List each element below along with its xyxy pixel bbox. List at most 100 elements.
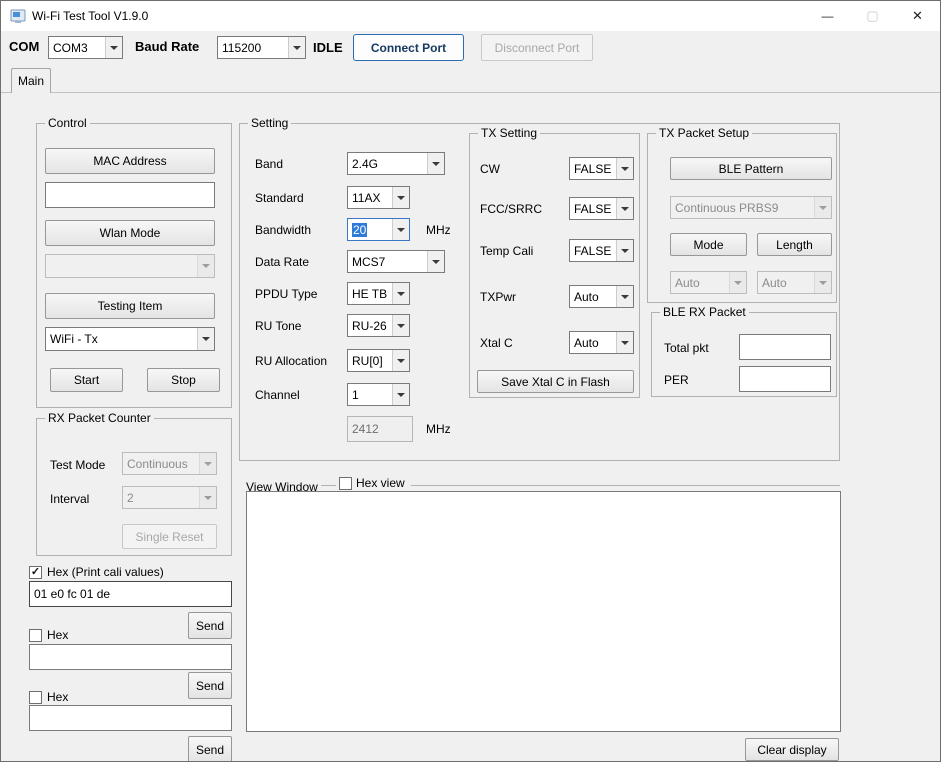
ru-tone-select[interactable]: RU-26 (347, 314, 410, 337)
ble-pattern-button[interactable]: BLE Pattern (670, 157, 832, 180)
frequency-unit: MHz (426, 422, 451, 436)
testing-item-button[interactable]: Testing Item (45, 293, 215, 319)
chevron-down-icon (814, 272, 831, 293)
cw-select[interactable]: FALSE (569, 157, 634, 180)
test-mode-label: Test Mode (50, 458, 105, 472)
ppdu-type-select[interactable]: HE TB (347, 282, 410, 305)
bandwidth-label: Bandwidth (255, 223, 311, 237)
chevron-down-icon[interactable] (197, 328, 214, 350)
data-rate-value: MCS7 (348, 251, 427, 272)
length-button[interactable]: Length (757, 233, 832, 256)
fcc-srrc-label: FCC/SRRC (480, 202, 542, 216)
chevron-down-icon[interactable] (616, 332, 633, 353)
tx-packet-setup-title: TX Packet Setup (656, 126, 752, 140)
chevron-down-icon[interactable] (392, 219, 409, 240)
start-button[interactable]: Start (50, 368, 123, 392)
send-field-1[interactable] (29, 581, 232, 607)
send-field-3[interactable] (29, 705, 232, 731)
ble-pattern-value: Continuous PRBS9 (671, 197, 814, 218)
length-select: Auto (757, 271, 832, 294)
save-xtal-c-button[interactable]: Save Xtal C in Flash (477, 370, 634, 393)
chevron-down-icon (197, 255, 214, 277)
send-field-2[interactable] (29, 644, 232, 670)
baud-rate-value: 115200 (218, 37, 288, 58)
xtal-c-value: Auto (570, 332, 616, 353)
ppdu-type-value: HE TB (348, 283, 392, 304)
ru-allocation-label: RU Allocation (255, 354, 327, 368)
baud-rate-select[interactable]: 115200 (217, 36, 306, 59)
chevron-down-icon[interactable] (392, 187, 409, 208)
channel-select[interactable]: 1 (347, 383, 410, 406)
hex-cali-checkbox[interactable]: ✓ (29, 566, 42, 579)
maximize-icon: ▢ (850, 1, 895, 31)
chevron-down-icon[interactable] (616, 286, 633, 307)
chevron-down-icon[interactable] (616, 158, 633, 179)
hex-checkbox-2[interactable] (29, 629, 42, 642)
data-rate-select[interactable]: MCS7 (347, 250, 445, 273)
stop-button[interactable]: Stop (147, 368, 220, 392)
ble-rx-packet-title: BLE RX Packet (660, 305, 749, 319)
send-button-1[interactable]: Send (188, 612, 232, 639)
mode-button[interactable]: Mode (670, 233, 747, 256)
chevron-down-icon[interactable] (288, 37, 305, 58)
cw-value: FALSE (570, 158, 616, 179)
chevron-down-icon[interactable] (616, 240, 633, 261)
send-button-2[interactable]: Send (188, 672, 232, 699)
xtal-c-select[interactable]: Auto (569, 331, 634, 354)
interval-value: 2 (123, 487, 199, 508)
testing-item-value: WiFi - Tx (46, 328, 197, 350)
chevron-down-icon[interactable] (392, 283, 409, 304)
chevron-down-icon[interactable] (427, 153, 444, 174)
hex-checkbox-3[interactable] (29, 691, 42, 704)
bandwidth-select[interactable]: 20 (347, 218, 410, 241)
close-icon[interactable]: ✕ (895, 1, 940, 31)
single-reset-button: Single Reset (122, 524, 217, 549)
chevron-down-icon[interactable] (616, 198, 633, 219)
com-port-select[interactable]: COM3 (48, 36, 123, 59)
cw-label: CW (480, 162, 500, 176)
total-pkt-field[interactable] (739, 334, 831, 360)
hex-view-checkbox-label: Hex view (356, 476, 405, 490)
fcc-srrc-select[interactable]: FALSE (569, 197, 634, 220)
chevron-down-icon[interactable] (392, 384, 409, 405)
mac-address-button[interactable]: MAC Address (45, 148, 215, 174)
setting-group-title: Setting (248, 116, 291, 130)
rx-packet-counter-group: RX Packet Counter Test Mode Continuous I… (36, 418, 232, 556)
bandwidth-value: 20 (352, 223, 367, 237)
tx-packet-setup-group: TX Packet Setup BLE Pattern Continuous P… (647, 133, 837, 303)
ble-pattern-select: Continuous PRBS9 (670, 196, 832, 219)
connect-port-button[interactable]: Connect Port (353, 34, 464, 61)
tab-main[interactable]: Main (11, 68, 51, 93)
wlan-mode-button[interactable]: Wlan Mode (45, 220, 215, 246)
standard-select[interactable]: 11AX (347, 186, 410, 209)
per-field[interactable] (739, 366, 831, 392)
temp-cali-select[interactable]: FALSE (569, 239, 634, 262)
send-button-3[interactable]: Send (188, 736, 232, 762)
fcc-srrc-value: FALSE (570, 198, 616, 219)
clear-display-button[interactable]: Clear display (745, 738, 839, 761)
ru-allocation-select[interactable]: RU[0] (347, 349, 410, 372)
chevron-down-icon[interactable] (105, 37, 122, 58)
hex-checkbox-3-label: Hex (47, 690, 68, 704)
hex-checkbox-2-label: Hex (47, 628, 68, 642)
chevron-down-icon[interactable] (427, 251, 444, 272)
txpwr-select[interactable]: Auto (569, 285, 634, 308)
chevron-down-icon (199, 487, 216, 508)
chevron-down-icon[interactable] (392, 350, 409, 371)
testing-item-select[interactable]: WiFi - Tx (45, 327, 215, 351)
view-window-output[interactable] (246, 491, 841, 732)
com-label: COM (9, 39, 39, 54)
hex-view-checkbox[interactable] (339, 477, 352, 490)
chevron-down-icon (814, 197, 831, 218)
mode-value: Auto (671, 272, 729, 293)
control-group-title: Control (45, 116, 90, 130)
ru-tone-label: RU Tone (255, 319, 301, 333)
chevron-down-icon[interactable] (392, 315, 409, 336)
baud-rate-label: Baud Rate (135, 39, 199, 54)
minimize-icon[interactable]: — (805, 1, 850, 31)
txpwr-value: Auto (570, 286, 616, 307)
check-icon: ✓ (31, 567, 40, 578)
band-select[interactable]: 2.4G (347, 152, 445, 175)
mac-address-field[interactable] (45, 182, 215, 208)
view-window-border-segment (411, 485, 840, 486)
